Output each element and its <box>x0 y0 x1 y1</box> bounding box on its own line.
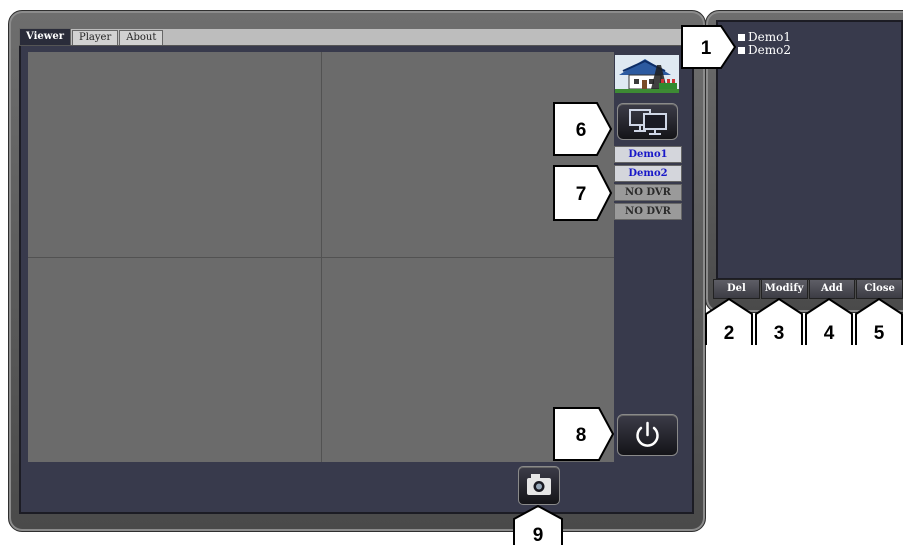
callout-number: 5 <box>874 323 885 344</box>
callout-number: 9 <box>533 525 544 546</box>
callout-number: 7 <box>576 184 587 205</box>
tab-about[interactable]: About <box>119 30 164 45</box>
power-button[interactable] <box>617 414 678 456</box>
callout-6: 6 <box>553 102 613 156</box>
modify-button[interactable]: Modify <box>760 279 808 299</box>
site-list: Demo1 Demo2 <box>738 31 791 57</box>
callout-number: 4 <box>824 323 835 344</box>
add-button[interactable]: Add <box>808 279 856 299</box>
tab-bar: Viewer Player About <box>19 28 694 46</box>
house-logo <box>615 55 679 93</box>
camera-icon <box>527 474 551 495</box>
snapshot-button[interactable] <box>518 466 560 505</box>
multi-monitor-icon <box>629 109 667 135</box>
tab-player[interactable]: Player <box>71 30 119 45</box>
site-item-label: Demo2 <box>748 43 791 57</box>
callout-7: 7 <box>553 165 613 221</box>
close-button[interactable]: Close <box>856 279 903 299</box>
callout-number: 2 <box>724 323 735 344</box>
callout-number: 1 <box>701 38 712 59</box>
site-checkbox-demo2[interactable] <box>738 47 745 54</box>
callout-9: 9 <box>513 505 563 546</box>
multi-screen-button[interactable] <box>617 103 678 140</box>
callout-number: 8 <box>576 425 587 446</box>
del-button[interactable]: Del <box>713 279 760 299</box>
callout-1: 1 <box>681 25 737 69</box>
video-channel-1[interactable] <box>28 52 321 257</box>
callout-number: 6 <box>576 120 587 141</box>
callout-number: 3 <box>774 323 785 344</box>
site-list-panel <box>716 20 903 280</box>
site-item-demo2[interactable]: Demo2 <box>738 44 791 57</box>
dvr-item-demo2[interactable]: Demo2 <box>614 165 682 182</box>
video-grid <box>28 52 614 462</box>
dvr-item-demo1[interactable]: Demo1 <box>614 146 682 163</box>
site-action-bar: Del Modify Add Close <box>713 279 903 299</box>
callout-8: 8 <box>553 407 615 461</box>
video-channel-3[interactable] <box>28 257 321 462</box>
dvr-list: Demo1 Demo2 NO DVR NO DVR <box>614 146 682 222</box>
dvr-item-empty-1[interactable]: NO DVR <box>614 184 682 201</box>
dvr-item-empty-2[interactable]: NO DVR <box>614 203 682 220</box>
callout-row-2-5: 2 3 4 5 <box>705 298 903 345</box>
site-checkbox-demo1[interactable] <box>738 34 745 41</box>
tab-viewer[interactable]: Viewer <box>19 28 71 45</box>
power-icon <box>636 421 659 447</box>
